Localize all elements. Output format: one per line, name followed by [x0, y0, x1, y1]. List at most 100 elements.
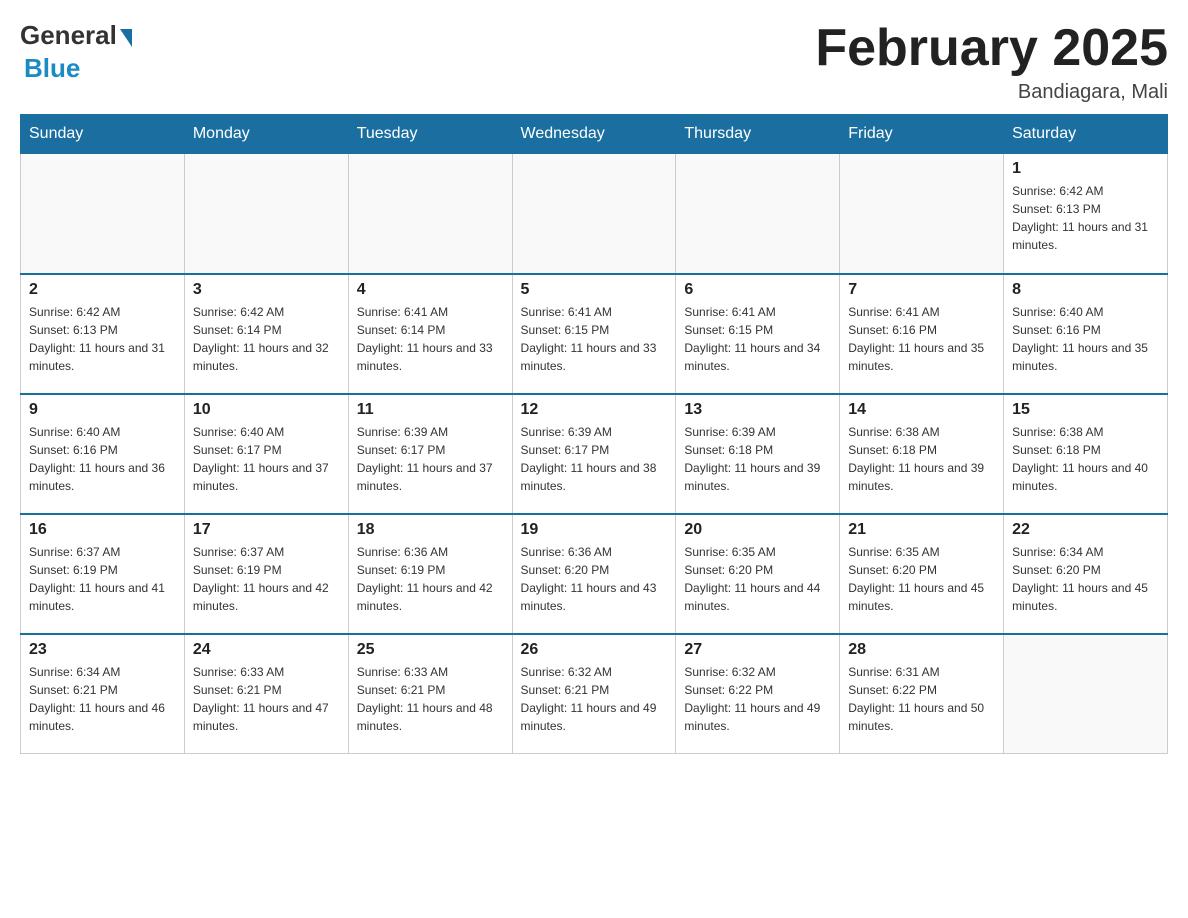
calendar-cell: 6 Sunrise: 6:41 AMSunset: 6:15 PMDaylight…: [676, 274, 840, 394]
day-info: Sunrise: 6:32 AMSunset: 6:21 PMDaylight:…: [521, 663, 668, 735]
calendar-table: SundayMondayTuesdayWednesdayThursdayFrid…: [20, 114, 1168, 754]
calendar-cell: 14 Sunrise: 6:38 AMSunset: 6:18 PMDayligh…: [840, 394, 1004, 514]
day-info: Sunrise: 6:39 AMSunset: 6:17 PMDaylight:…: [357, 423, 504, 495]
calendar-cell: 19 Sunrise: 6:36 AMSunset: 6:20 PMDayligh…: [512, 514, 676, 634]
day-info: Sunrise: 6:36 AMSunset: 6:20 PMDaylight:…: [521, 543, 668, 615]
calendar-cell: 7Sunrise: 6:41 AMSunset: 6:16 PMDaylight…: [840, 274, 1004, 394]
page-header: General Blue February 2025 Bandiagara, M…: [20, 20, 1168, 104]
calendar-cell: [512, 154, 676, 274]
day-info: Sunrise: 6:41 AMSunset: 6:15 PMDaylight:…: [684, 303, 831, 375]
day-number: 23: [29, 641, 176, 659]
calendar-cell: 20 Sunrise: 6:35 AMSunset: 6:20 PMDayligh…: [676, 514, 840, 634]
calendar-cell: 4Sunrise: 6:41 AMSunset: 6:14 PMDaylight…: [348, 274, 512, 394]
calendar-week-2: 2 Sunrise: 6:42 AMSunset: 6:13 PMDaylight…: [21, 274, 1168, 394]
logo-general-text: General: [20, 20, 117, 51]
day-info: Sunrise: 6:39 AMSunset: 6:17 PMDaylight:…: [521, 423, 668, 495]
calendar-cell: 23 Sunrise: 6:34 AMSunset: 6:21 PMDayligh…: [21, 634, 185, 754]
day-number: 10: [193, 401, 340, 419]
calendar-cell: 22Sunrise: 6:34 AMSunset: 6:20 PMDayligh…: [1004, 514, 1168, 634]
calendar-cell: 16 Sunrise: 6:37 AMSunset: 6:19 PMDayligh…: [21, 514, 185, 634]
logo-blue-text: Blue: [24, 53, 80, 84]
day-number: 21: [848, 521, 995, 539]
day-number: 7: [848, 281, 995, 299]
day-info: Sunrise: 6:34 AMSunset: 6:21 PMDaylight:…: [29, 663, 176, 735]
day-info: Sunrise: 6:40 AMSunset: 6:17 PMDaylight:…: [193, 423, 340, 495]
day-number: 28: [848, 641, 995, 659]
day-info: Sunrise: 6:32 AMSunset: 6:22 PMDaylight:…: [684, 663, 831, 735]
logo-triangle-icon: [120, 29, 132, 47]
day-info: Sunrise: 6:35 AMSunset: 6:20 PMDaylight:…: [684, 543, 831, 615]
day-number: 1: [1012, 160, 1159, 178]
day-number: 9: [29, 401, 176, 419]
day-number: 14: [848, 401, 995, 419]
day-number: 13: [684, 401, 831, 419]
day-number: 15: [1012, 401, 1159, 419]
day-info: Sunrise: 6:33 AMSunset: 6:21 PMDaylight:…: [357, 663, 504, 735]
calendar-cell: 25Sunrise: 6:33 AMSunset: 6:21 PMDayligh…: [348, 634, 512, 754]
month-title: February 2025: [815, 20, 1168, 77]
day-info: Sunrise: 6:31 AMSunset: 6:22 PMDaylight:…: [848, 663, 995, 735]
calendar-week-1: 1 Sunrise: 6:42 AMSunset: 6:13 PMDaylight…: [21, 154, 1168, 274]
calendar-cell: 15Sunrise: 6:38 AMSunset: 6:18 PMDayligh…: [1004, 394, 1168, 514]
calendar-cell: 10 Sunrise: 6:40 AMSunset: 6:17 PMDayligh…: [184, 394, 348, 514]
calendar-cell: 3 Sunrise: 6:42 AMSunset: 6:14 PMDaylight…: [184, 274, 348, 394]
day-number: 11: [357, 401, 504, 419]
day-info: Sunrise: 6:37 AMSunset: 6:19 PMDaylight:…: [29, 543, 176, 615]
calendar-cell: 28 Sunrise: 6:31 AMSunset: 6:22 PMDayligh…: [840, 634, 1004, 754]
day-number: 4: [357, 281, 504, 299]
day-number: 16: [29, 521, 176, 539]
calendar-cell: [676, 154, 840, 274]
day-number: 20: [684, 521, 831, 539]
calendar-header-wednesday: Wednesday: [512, 115, 676, 154]
calendar-header-saturday: Saturday: [1004, 115, 1168, 154]
calendar-cell: 2 Sunrise: 6:42 AMSunset: 6:13 PMDaylight…: [21, 274, 185, 394]
day-number: 27: [684, 641, 831, 659]
day-number: 17: [193, 521, 340, 539]
day-info: Sunrise: 6:40 AMSunset: 6:16 PMDaylight:…: [1012, 303, 1159, 375]
calendar-cell: 12 Sunrise: 6:39 AMSunset: 6:17 PMDayligh…: [512, 394, 676, 514]
calendar-week-4: 16 Sunrise: 6:37 AMSunset: 6:19 PMDayligh…: [21, 514, 1168, 634]
day-info: Sunrise: 6:42 AMSunset: 6:13 PMDaylight:…: [29, 303, 176, 375]
day-info: Sunrise: 6:36 AMSunset: 6:19 PMDaylight:…: [357, 543, 504, 615]
calendar-cell: [184, 154, 348, 274]
day-number: 12: [521, 401, 668, 419]
day-info: Sunrise: 6:40 AMSunset: 6:16 PMDaylight:…: [29, 423, 176, 495]
calendar-week-3: 9 Sunrise: 6:40 AMSunset: 6:16 PMDaylight…: [21, 394, 1168, 514]
day-info: Sunrise: 6:42 AMSunset: 6:14 PMDaylight:…: [193, 303, 340, 375]
day-info: Sunrise: 6:42 AMSunset: 6:13 PMDaylight:…: [1012, 182, 1159, 254]
calendar-cell: 8 Sunrise: 6:40 AMSunset: 6:16 PMDaylight…: [1004, 274, 1168, 394]
calendar-cell: 9 Sunrise: 6:40 AMSunset: 6:16 PMDaylight…: [21, 394, 185, 514]
calendar-header-monday: Monday: [184, 115, 348, 154]
location: Bandiagara, Mali: [815, 81, 1168, 104]
day-number: 3: [193, 281, 340, 299]
day-info: Sunrise: 6:39 AMSunset: 6:18 PMDaylight:…: [684, 423, 831, 495]
day-info: Sunrise: 6:37 AMSunset: 6:19 PMDaylight:…: [193, 543, 340, 615]
calendar-cell: 18 Sunrise: 6:36 AMSunset: 6:19 PMDayligh…: [348, 514, 512, 634]
calendar-cell: 26 Sunrise: 6:32 AMSunset: 6:21 PMDayligh…: [512, 634, 676, 754]
calendar-cell: 21Sunrise: 6:35 AMSunset: 6:20 PMDayligh…: [840, 514, 1004, 634]
calendar-cell: [21, 154, 185, 274]
day-number: 6: [684, 281, 831, 299]
day-number: 22: [1012, 521, 1159, 539]
calendar-cell: 17 Sunrise: 6:37 AMSunset: 6:19 PMDayligh…: [184, 514, 348, 634]
calendar-cell: 13 Sunrise: 6:39 AMSunset: 6:18 PMDayligh…: [676, 394, 840, 514]
calendar-header-sunday: Sunday: [21, 115, 185, 154]
day-number: 18: [357, 521, 504, 539]
calendar-cell: 1 Sunrise: 6:42 AMSunset: 6:13 PMDaylight…: [1004, 154, 1168, 274]
logo: General Blue: [20, 20, 132, 84]
day-number: 5: [521, 281, 668, 299]
calendar-cell: 5 Sunrise: 6:41 AMSunset: 6:15 PMDaylight…: [512, 274, 676, 394]
calendar-cell: 11 Sunrise: 6:39 AMSunset: 6:17 PMDayligh…: [348, 394, 512, 514]
day-info: Sunrise: 6:33 AMSunset: 6:21 PMDaylight:…: [193, 663, 340, 735]
day-number: 26: [521, 641, 668, 659]
day-number: 2: [29, 281, 176, 299]
day-info: Sunrise: 6:41 AMSunset: 6:15 PMDaylight:…: [521, 303, 668, 375]
calendar-header-thursday: Thursday: [676, 115, 840, 154]
day-number: 8: [1012, 281, 1159, 299]
day-number: 24: [193, 641, 340, 659]
calendar-week-5: 23 Sunrise: 6:34 AMSunset: 6:21 PMDayligh…: [21, 634, 1168, 754]
day-info: Sunrise: 6:38 AMSunset: 6:18 PMDaylight:…: [848, 423, 995, 495]
day-number: 19: [521, 521, 668, 539]
calendar-header-row: SundayMondayTuesdayWednesdayThursdayFrid…: [21, 115, 1168, 154]
calendar-cell: 27 Sunrise: 6:32 AMSunset: 6:22 PMDayligh…: [676, 634, 840, 754]
